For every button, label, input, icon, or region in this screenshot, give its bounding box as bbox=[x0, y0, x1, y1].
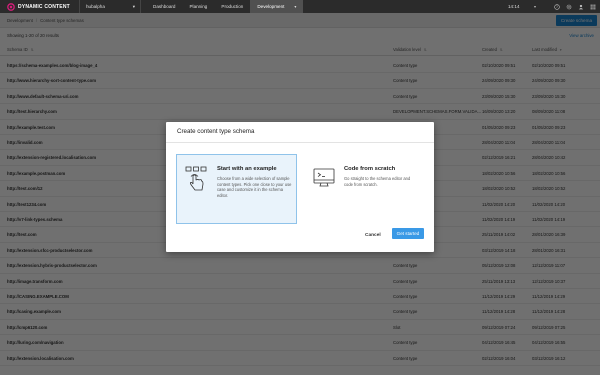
chevron-down-icon: ▾ bbox=[533, 4, 536, 9]
option-description: Choose from a wide selection of sample c… bbox=[217, 176, 292, 198]
apps-grid-icon[interactable] bbox=[590, 4, 596, 10]
timezone-selector[interactable]: 14:14 ▾ bbox=[508, 4, 540, 9]
top-bar: DYNAMIC CONTENT hubalpha ▾ Dashboard Pla… bbox=[0, 0, 600, 13]
dialog-divider bbox=[166, 142, 434, 143]
nav-dashboard[interactable]: Dashboard bbox=[146, 0, 182, 13]
nav-dashboard-label: Dashboard bbox=[153, 4, 176, 9]
get-started-button[interactable]: Get started bbox=[392, 228, 424, 239]
nav-planning[interactable]: Planning bbox=[182, 0, 214, 13]
nav-development-label: Development bbox=[257, 4, 285, 9]
dialog-title: Create content type schema bbox=[177, 128, 255, 135]
chevron-down-icon: ▾ bbox=[132, 3, 135, 9]
monitor-code-icon bbox=[312, 166, 335, 192]
app-logo[interactable]: DYNAMIC CONTENT bbox=[0, 0, 74, 13]
nav-development[interactable]: Development ▾ bbox=[250, 0, 304, 13]
option-title: Code from scratch bbox=[344, 166, 396, 172]
option-title: Start with an example bbox=[217, 166, 277, 172]
user-icon[interactable] bbox=[578, 4, 584, 10]
chevron-down-icon: ▾ bbox=[294, 4, 297, 9]
logo-icon bbox=[7, 2, 15, 11]
option-description: Go straight to the schema editor and cod… bbox=[344, 176, 411, 187]
option-start-with-example[interactable]: Start with an example Choose from a wide… bbox=[176, 154, 297, 224]
top-right-tools: 14:14 ▾ ? bbox=[508, 0, 596, 13]
option-code-from-scratch[interactable]: Code from scratch Go straight to the sch… bbox=[303, 154, 424, 224]
nav-production[interactable]: Production bbox=[214, 0, 250, 13]
nav-production-label: Production bbox=[221, 4, 244, 9]
help-icon[interactable]: ? bbox=[554, 3, 560, 10]
main-nav: Dashboard Planning Production Developmen… bbox=[146, 0, 304, 13]
hub-name: hubalpha bbox=[86, 4, 105, 9]
settings-icon[interactable] bbox=[566, 4, 572, 10]
touch-grid-icon bbox=[185, 166, 207, 192]
clock-time: 14:14 bbox=[508, 4, 520, 9]
hub-selector[interactable]: hubalpha ▾ bbox=[79, 0, 141, 13]
get-started-label: Get started bbox=[396, 231, 420, 236]
create-schema-dialog: Create content type schema Start with an… bbox=[166, 122, 434, 252]
cancel-button[interactable]: Cancel bbox=[365, 233, 381, 238]
logo-text: DYNAMIC CONTENT bbox=[18, 3, 70, 10]
nav-planning-label: Planning bbox=[189, 4, 208, 9]
svg-text:?: ? bbox=[556, 5, 558, 9]
